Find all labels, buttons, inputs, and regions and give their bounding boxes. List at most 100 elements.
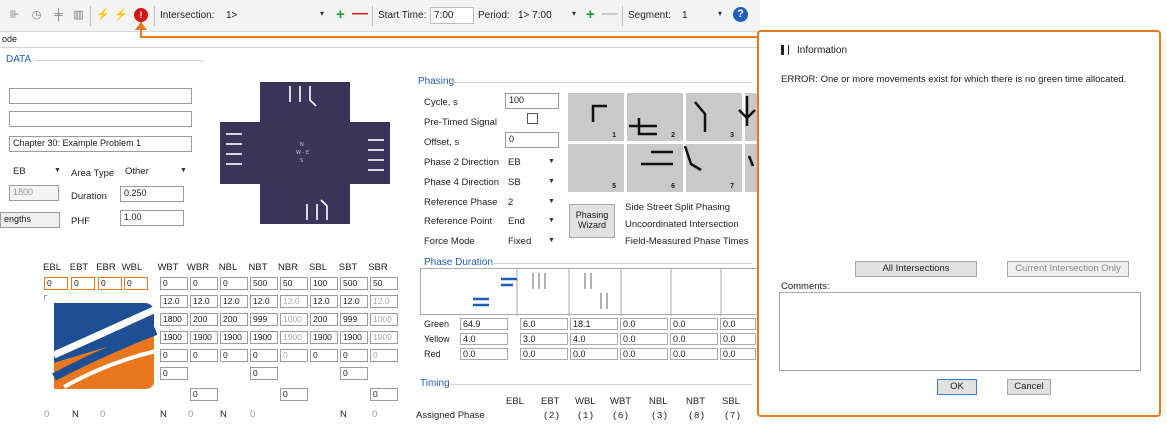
phase-duration-cell[interactable]: 0.0	[620, 333, 668, 345]
help-icon[interactable]: ?	[733, 7, 748, 22]
movement-cell[interactable]: 12.0	[280, 295, 308, 308]
phase-duration-cell[interactable]: 0.0	[620, 318, 668, 330]
phase-duration-cell[interactable]: 0.0	[520, 348, 568, 360]
movement-cell[interactable]: 0	[280, 349, 308, 362]
pretimed-checkbox[interactable]	[527, 113, 538, 124]
movement-cell[interactable]: 200	[310, 313, 338, 326]
phase-duration-cell[interactable]: 0.0	[720, 348, 756, 360]
movement-cell[interactable]: 1900	[340, 331, 368, 344]
movement-cell[interactable]: 1900	[280, 331, 308, 344]
phasing-wizard-button[interactable]: Phasing Wizard	[569, 204, 615, 238]
intersection-select[interactable]: 1>	[222, 7, 330, 24]
refpoint-dropdown-icon[interactable]: ▼	[548, 217, 555, 224]
movement-cell[interactable]: 0	[370, 349, 398, 362]
movement-cell[interactable]: 0	[160, 277, 188, 290]
phase-duration-cell[interactable]: 64.9	[460, 318, 508, 330]
direction-value[interactable]: EB	[13, 166, 26, 177]
remove-intersection-button[interactable]: —	[352, 5, 368, 23]
chart-icon[interactable]: ▥	[72, 9, 85, 22]
movement-cell[interactable]: 200	[220, 313, 248, 326]
refphase-select[interactable]: 2	[508, 197, 513, 208]
intersection-dropdown-icon[interactable]: ▾	[320, 9, 324, 18]
movement-cell[interactable]: N	[340, 409, 347, 420]
movement-cell[interactable]: N	[220, 409, 227, 420]
phase-duration-cell[interactable]: 0.0	[570, 348, 618, 360]
area-type-dropdown-icon[interactable]: ▼	[180, 167, 187, 174]
phase-duration-cell[interactable]: 0.0	[670, 333, 718, 345]
movement-cell[interactable]: 1900	[190, 331, 218, 344]
movement-cell[interactable]: 0	[280, 388, 308, 401]
period-select[interactable]: 1> 7:00	[514, 7, 574, 24]
lightning-icon[interactable]: ⚡	[96, 9, 110, 22]
remove-period-button[interactable]: —	[602, 5, 618, 23]
movement-cell[interactable]: 12.0	[250, 295, 278, 308]
movement-cell[interactable]: 500	[340, 277, 368, 290]
movement-cell[interactable]: 0	[160, 349, 188, 362]
movement-cell[interactable]: 12.0	[310, 295, 338, 308]
clock-icon[interactable]: ◷	[30, 9, 43, 22]
movement-cell[interactable]: 200	[190, 313, 218, 326]
phase-duration-cell[interactable]: 0.0	[620, 348, 668, 360]
movement-cell[interactable]: 1900	[370, 331, 398, 344]
movement-cell[interactable]: 0	[370, 388, 398, 401]
movement-cell[interactable]: 0	[190, 277, 218, 290]
movement-cell[interactable]: 0	[372, 409, 377, 420]
phase-duration-cell[interactable]: 3.0	[520, 333, 568, 345]
phase-duration-cell[interactable]: 0.0	[720, 318, 756, 330]
problem-title-field[interactable]: Chapter 30: Example Problem 1	[9, 136, 192, 152]
mode-tab[interactable]: ode	[2, 34, 24, 47]
start-time-input[interactable]: 7:00	[430, 7, 474, 24]
phf-input[interactable]: 1.00	[120, 210, 184, 226]
lightning-warning-icon[interactable]: ⚡	[114, 9, 128, 22]
movement-cell[interactable]: 0	[340, 367, 368, 380]
current-intersection-only-button[interactable]: Current Intersection Only	[1007, 261, 1129, 277]
phase-duration-cell[interactable]: 6.0	[520, 318, 568, 330]
movement-cell[interactable]: 12.0	[160, 295, 188, 308]
error-icon[interactable]: !	[134, 8, 148, 22]
duration-input[interactable]: 0.250	[120, 186, 184, 202]
movement-cell[interactable]: 50	[370, 277, 398, 290]
phase-duration-cell[interactable]: 4.0	[570, 333, 618, 345]
movement-cell[interactable]: 12.0	[220, 295, 248, 308]
comments-textarea[interactable]	[779, 292, 1141, 371]
area-type-select[interactable]: Other	[125, 166, 149, 177]
movement-cell[interactable]: 0	[190, 388, 218, 401]
movement-cell[interactable]: 50	[280, 277, 308, 290]
movement-cell[interactable]: 100	[310, 277, 338, 290]
intersection-icon[interactable]: ╪	[52, 9, 65, 22]
movement-cell[interactable]: 0	[44, 277, 68, 290]
movement-cell[interactable]: 0	[188, 409, 193, 420]
refpoint-select[interactable]: End	[508, 216, 525, 227]
movement-cell[interactable]: 0	[100, 409, 105, 420]
segment-select[interactable]: 1	[678, 7, 718, 24]
direction-dropdown-icon[interactable]: ▼	[54, 167, 61, 174]
movement-cell[interactable]: 1000	[280, 313, 308, 326]
lengths-button[interactable]: engths	[0, 212, 60, 228]
ok-button[interactable]: OK	[937, 379, 977, 395]
refphase-dropdown-icon[interactable]: ▼	[548, 198, 555, 205]
movement-cell[interactable]: 0	[190, 349, 218, 362]
phase-duration-cell[interactable]: 0.0	[670, 318, 718, 330]
phase2-dropdown-icon[interactable]: ▼	[548, 158, 555, 165]
movement-cell[interactable]: 1900	[310, 331, 338, 344]
add-intersection-button[interactable]: +	[336, 6, 345, 23]
phase4-dropdown-icon[interactable]: ▼	[548, 178, 555, 185]
phase-duration-cell[interactable]: 18.1	[570, 318, 618, 330]
forcemode-dropdown-icon[interactable]: ▼	[548, 237, 555, 244]
movement-cell[interactable]: 12.0	[370, 295, 398, 308]
phase2-select[interactable]: EB	[508, 157, 521, 168]
phase-duration-cell[interactable]: 0.0	[720, 333, 756, 345]
offset-input[interactable]: 0	[505, 132, 559, 148]
movement-cell[interactable]: 0	[71, 277, 95, 290]
all-intersections-button[interactable]: All Intersections	[855, 261, 977, 277]
movement-cell[interactable]: 0	[250, 409, 255, 420]
phase-duration-cell[interactable]: 0.0	[670, 348, 718, 360]
movement-cell[interactable]: 999	[340, 313, 368, 326]
movement-cell[interactable]: 999	[250, 313, 278, 326]
movement-cell[interactable]: 1800	[160, 313, 188, 326]
movement-cell[interactable]: 0	[310, 349, 338, 362]
cancel-button[interactable]: Cancel	[1007, 379, 1051, 395]
forcemode-select[interactable]: Fixed	[508, 236, 531, 247]
movement-cell[interactable]: 1900	[220, 331, 248, 344]
traffic-signal-icon[interactable]: ⊪	[8, 9, 21, 22]
